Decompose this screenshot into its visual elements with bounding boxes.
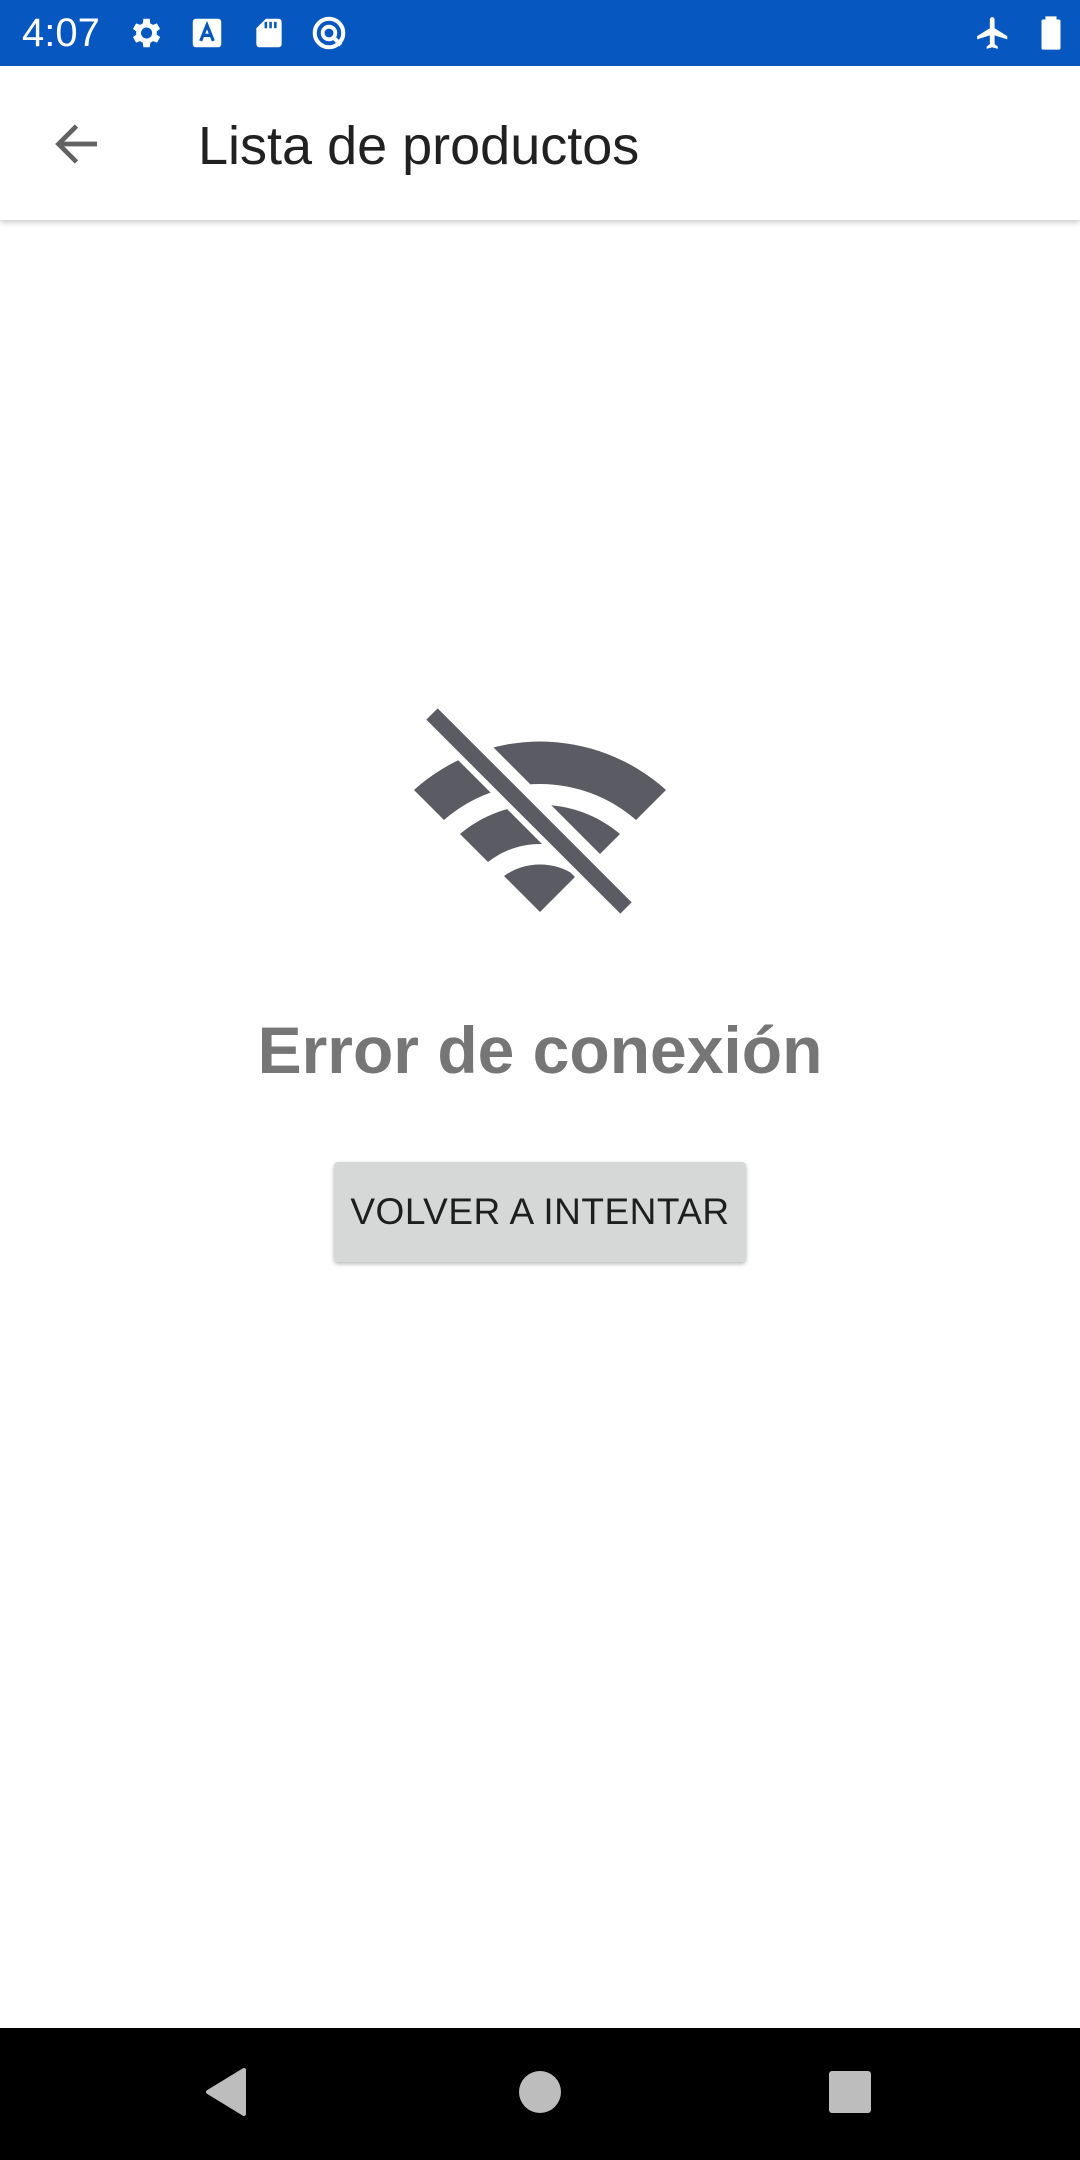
error-message: Error de conexión (257, 1013, 823, 1087)
airplane-mode-icon (974, 14, 1012, 52)
back-triangle-icon (202, 2066, 250, 2123)
home-circle-icon (518, 2070, 562, 2119)
wifi-off-icon (408, 689, 672, 934)
navigation-bar (0, 2028, 1080, 2160)
sd-card-icon (250, 14, 288, 52)
battery-icon (1032, 14, 1070, 52)
app-bar: Lista de productos (0, 66, 1080, 220)
nav-home-button[interactable] (504, 2058, 576, 2130)
text-a-icon (188, 14, 226, 52)
screen: 4:07 Lista de productos Error de conexió… (0, 0, 1080, 2160)
retry-button[interactable]: VOLVER A INTENTAR (334, 1162, 746, 1262)
vpn-key-icon (310, 14, 348, 52)
recents-square-icon (828, 2070, 872, 2119)
settings-icon (126, 14, 164, 52)
back-button[interactable] (36, 106, 116, 186)
status-bar: 4:07 (0, 0, 1080, 66)
nav-back-button[interactable] (190, 2058, 262, 2130)
status-time: 4:07 (22, 11, 100, 55)
arrow-back-icon (48, 116, 104, 177)
nav-recents-button[interactable] (814, 2058, 886, 2130)
content-area: Error de conexión VOLVER A INTENTAR (0, 220, 1080, 2028)
page-title: Lista de productos (198, 116, 640, 176)
